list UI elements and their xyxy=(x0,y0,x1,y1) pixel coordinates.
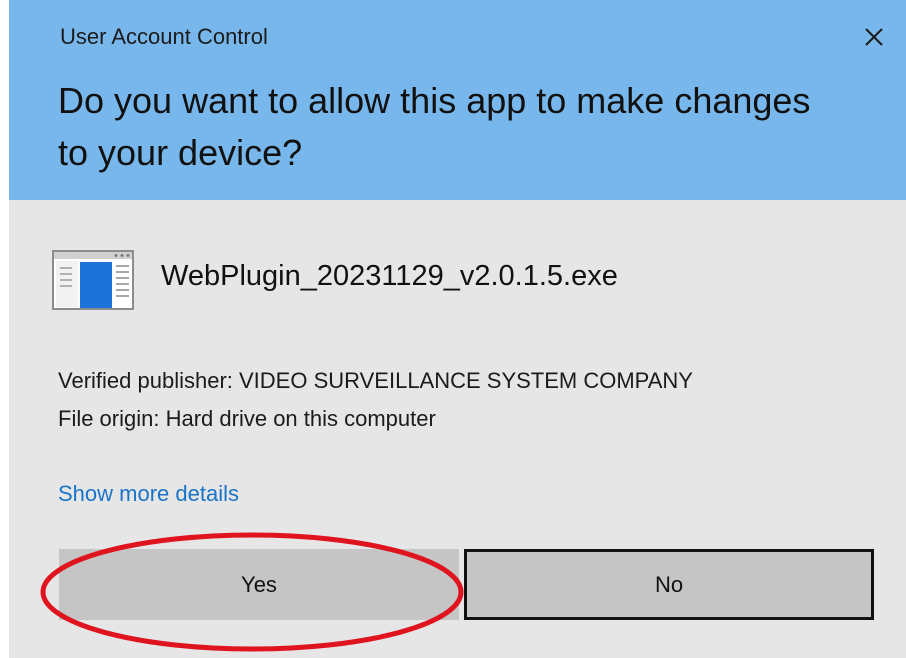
application-window-icon xyxy=(52,250,134,310)
close-icon[interactable] xyxy=(861,24,887,50)
dialog-header: User Account Control Do you want to allo… xyxy=(9,0,906,200)
yes-button[interactable]: Yes xyxy=(59,549,459,620)
dialog-question: Do you want to allow this app to make ch… xyxy=(58,80,811,173)
dialog-title: User Account Control xyxy=(60,24,268,49)
show-more-details-link[interactable]: Show more details xyxy=(58,481,239,507)
no-button[interactable]: No xyxy=(464,549,874,620)
uac-dialog: User Account Control Do you want to allo… xyxy=(9,0,906,658)
publisher-line: Verified publisher: VIDEO SURVEILLANCE S… xyxy=(58,368,693,393)
app-name: WebPlugin_20231129_v2.0.1.5.exe xyxy=(161,260,618,292)
origin-line: File origin: Hard drive on this computer xyxy=(58,406,436,431)
